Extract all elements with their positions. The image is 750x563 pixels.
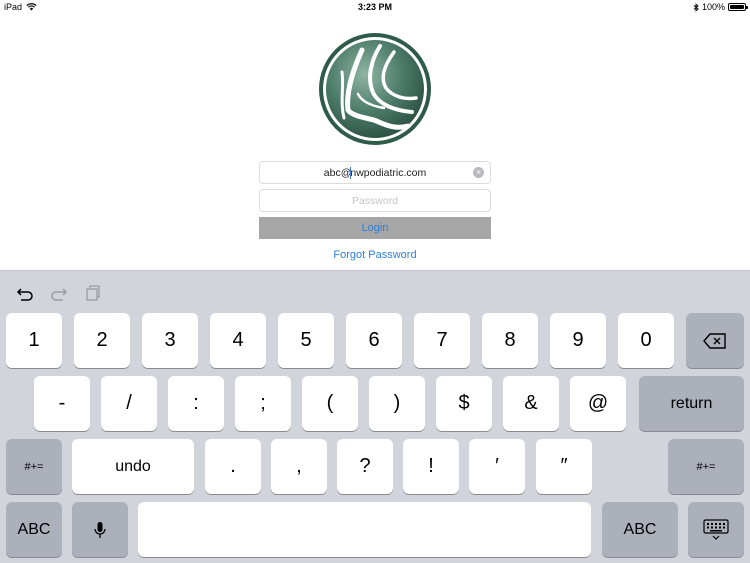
battery-icon	[728, 3, 748, 11]
status-right: 100%	[693, 2, 748, 12]
microphone-icon	[94, 521, 106, 538]
status-time: 3:23 PM	[357, 2, 392, 12]
password-placeholder: Password	[351, 194, 399, 207]
key-period[interactable]: .	[205, 439, 261, 494]
keyboard-dismiss-icon	[703, 518, 729, 540]
delete-key[interactable]	[686, 313, 744, 368]
key-colon[interactable]: :	[168, 376, 224, 431]
clear-text-icon[interactable]: ×	[473, 167, 484, 178]
email-text-after-caret: nwpodiatric.com	[350, 166, 427, 179]
abc-key-left[interactable]: ABC	[6, 502, 62, 557]
key-quote[interactable]: ″	[536, 439, 592, 494]
key-8[interactable]: 8	[482, 313, 538, 368]
email-field[interactable]: abc@ nwpodiatric.com ×	[259, 161, 491, 184]
key-hyphen[interactable]: -	[34, 376, 90, 431]
forgot-password-link[interactable]: Forgot Password	[259, 249, 491, 261]
symbols-key-right[interactable]: #+=	[668, 439, 744, 494]
key-at[interactable]: @	[570, 376, 626, 431]
key-slash[interactable]: /	[101, 376, 157, 431]
key-dollar[interactable]: $	[436, 376, 492, 431]
key-4[interactable]: 4	[210, 313, 266, 368]
dismiss-keyboard-key[interactable]	[688, 502, 744, 557]
undo-key[interactable]: undo	[72, 439, 194, 494]
undo-icon[interactable]	[15, 283, 35, 303]
symbols-key-left[interactable]: #+=	[6, 439, 62, 494]
login-button[interactable]: Login	[259, 217, 491, 239]
key-5[interactable]: 5	[278, 313, 334, 368]
key-open-paren[interactable]: (	[302, 376, 358, 431]
onscreen-keyboard: 1 2 3 4 5 6 7 8 9 0 - / : ; ( ) $ & @ re…	[0, 270, 750, 563]
key-question[interactable]: ?	[337, 439, 393, 494]
backspace-icon	[703, 332, 726, 349]
redo-icon[interactable]	[49, 283, 69, 303]
battery-percent: 100%	[701, 2, 725, 12]
key-0[interactable]: 0	[618, 313, 674, 368]
key-close-paren[interactable]: )	[369, 376, 425, 431]
space-key[interactable]	[138, 502, 591, 557]
status-bar: iPad 3:23 PM 100%	[0, 0, 750, 14]
key-3[interactable]: 3	[142, 313, 198, 368]
bluetooth-icon	[693, 2, 699, 12]
key-2[interactable]: 2	[74, 313, 130, 368]
key-apostrophe[interactable]: ′	[469, 439, 525, 494]
paste-icon[interactable]	[83, 283, 103, 303]
key-ampersand[interactable]: &	[503, 376, 559, 431]
abc-key-right[interactable]: ABC	[602, 502, 678, 557]
email-text-before-caret: abc@	[323, 166, 352, 179]
key-exclamation[interactable]: !	[403, 439, 459, 494]
key-semicolon[interactable]: ;	[235, 376, 291, 431]
key-7[interactable]: 7	[414, 313, 470, 368]
key-9[interactable]: 9	[550, 313, 606, 368]
key-6[interactable]: 6	[346, 313, 402, 368]
key-1[interactable]: 1	[6, 313, 62, 368]
return-key[interactable]: return	[639, 376, 744, 431]
podiatry-logo	[319, 33, 431, 145]
dictation-key[interactable]	[72, 502, 128, 557]
key-comma[interactable]: ,	[271, 439, 327, 494]
password-field[interactable]: Password	[259, 189, 491, 212]
